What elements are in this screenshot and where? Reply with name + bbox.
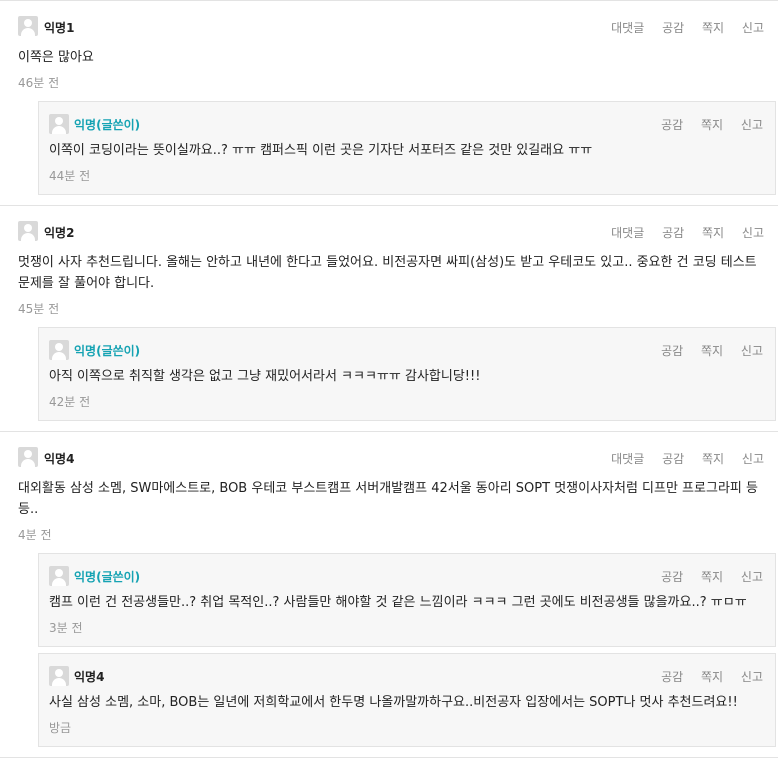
comment-time: 45분 전 — [18, 302, 60, 316]
comment: 익명4 대댓글 공감 쪽지 신고 대외활동 삼성 소멤, SW마에스트로, BO… — [0, 432, 778, 758]
reply-time: 3분 전 — [49, 621, 83, 635]
comment-author: 익명1 — [44, 21, 75, 35]
message-button[interactable]: 쪽지 — [701, 344, 723, 358]
reply-author: 익명(글쓴이) — [74, 118, 141, 132]
reply-author: 익명(글쓴이) — [74, 570, 141, 584]
reply-time: 42분 전 — [49, 395, 91, 409]
avatar-icon — [49, 114, 69, 134]
report-button[interactable]: 신고 — [742, 226, 764, 240]
report-button[interactable]: 신고 — [742, 452, 764, 466]
reply-author: 익명(글쓴이) — [74, 344, 141, 358]
comment-author: 익명2 — [44, 226, 75, 240]
comment-actions: 대댓글 공감 쪽지 신고 — [597, 19, 764, 36]
comment-text: 이쪽은 많아요 — [18, 50, 94, 65]
comment-time: 4분 전 — [18, 528, 52, 542]
reply-time: 44분 전 — [49, 169, 91, 183]
avatar-icon — [18, 221, 38, 241]
like-button[interactable]: 공감 — [662, 21, 684, 35]
reply-actions: 공감 쪽지 신고 — [647, 668, 763, 685]
reply-button[interactable]: 대댓글 — [611, 226, 644, 240]
comment-actions: 대댓글 공감 쪽지 신고 — [597, 224, 764, 241]
message-button[interactable]: 쪽지 — [701, 118, 723, 132]
like-button[interactable]: 공감 — [662, 452, 684, 466]
avatar-icon — [49, 666, 69, 686]
reply-comment: 익명(글쓴이) 공감 쪽지 신고 아직 이쪽으로 취직할 생각은 없고 그냥 재… — [38, 327, 776, 421]
reply-author: 익명4 — [74, 670, 105, 684]
report-button[interactable]: 신고 — [741, 670, 763, 684]
report-button[interactable]: 신고 — [741, 570, 763, 584]
like-button[interactable]: 공감 — [661, 118, 683, 132]
comment-author: 익명4 — [44, 452, 75, 466]
like-button[interactable]: 공감 — [661, 670, 683, 684]
message-button[interactable]: 쪽지 — [702, 452, 724, 466]
reply-actions: 공감 쪽지 신고 — [647, 568, 763, 585]
comment-actions: 대댓글 공감 쪽지 신고 — [597, 450, 764, 467]
avatar-icon — [18, 447, 38, 467]
reply-actions: 공감 쪽지 신고 — [647, 116, 763, 133]
comment-time: 46분 전 — [18, 76, 60, 90]
message-button[interactable]: 쪽지 — [702, 226, 724, 240]
reply-text: 이쪽이 코딩이라는 뜻이실까요..? ㅠㅠ 캠퍼스픽 이런 곳은 기자단 서포터… — [49, 143, 593, 158]
comment-thread: 익명1 대댓글 공감 쪽지 신고 이쪽은 많아요 46분 전 익명(글쓴이) 공… — [0, 0, 778, 758]
reply-comment: 익명(글쓴이) 공감 쪽지 신고 캠프 이런 건 전공생들만..? 취업 목적인… — [38, 553, 776, 647]
reply-text: 아직 이쪽으로 취직할 생각은 없고 그냥 재밌어서라서 ㅋㅋㅋㅠㅠ 감사합니당… — [49, 369, 481, 384]
reply-text: 캠프 이런 건 전공생들만..? 취업 목적인..? 사람들만 해야할 것 같은… — [49, 595, 747, 610]
report-button[interactable]: 신고 — [741, 118, 763, 132]
comment-text: 대외활동 삼성 소멤, SW마에스트로, BOB 우테코 부스트캠프 서버개발캠… — [18, 481, 758, 517]
report-button[interactable]: 신고 — [741, 344, 763, 358]
message-button[interactable]: 쪽지 — [702, 21, 724, 35]
reply-button[interactable]: 대댓글 — [611, 452, 644, 466]
avatar-icon — [49, 566, 69, 586]
reply-time: 방금 — [49, 721, 72, 735]
reply-comment: 익명4 공감 쪽지 신고 사실 삼성 소멤, 소마, BOB는 일년에 저희학교… — [38, 653, 776, 747]
message-button[interactable]: 쪽지 — [701, 670, 723, 684]
comment-text: 멋쟁이 사자 추천드립니다. 올해는 안하고 내년에 한다고 들었어요. 비전공… — [18, 255, 757, 291]
like-button[interactable]: 공감 — [662, 226, 684, 240]
like-button[interactable]: 공감 — [661, 344, 683, 358]
comment: 익명2 대댓글 공감 쪽지 신고 멋쟁이 사자 추천드립니다. 올해는 안하고 … — [0, 206, 778, 432]
report-button[interactable]: 신고 — [742, 21, 764, 35]
comment: 익명1 대댓글 공감 쪽지 신고 이쪽은 많아요 46분 전 익명(글쓴이) 공… — [0, 1, 778, 206]
reply-button[interactable]: 대댓글 — [611, 21, 644, 35]
avatar-icon — [18, 16, 38, 36]
reply-actions: 공감 쪽지 신고 — [647, 342, 763, 359]
reply-comment: 익명(글쓴이) 공감 쪽지 신고 이쪽이 코딩이라는 뜻이실까요..? ㅠㅠ 캠… — [38, 101, 776, 195]
message-button[interactable]: 쪽지 — [701, 570, 723, 584]
reply-text: 사실 삼성 소멤, 소마, BOB는 일년에 저희학교에서 한두명 나올까말까하… — [49, 695, 738, 710]
like-button[interactable]: 공감 — [661, 570, 683, 584]
avatar-icon — [49, 340, 69, 360]
